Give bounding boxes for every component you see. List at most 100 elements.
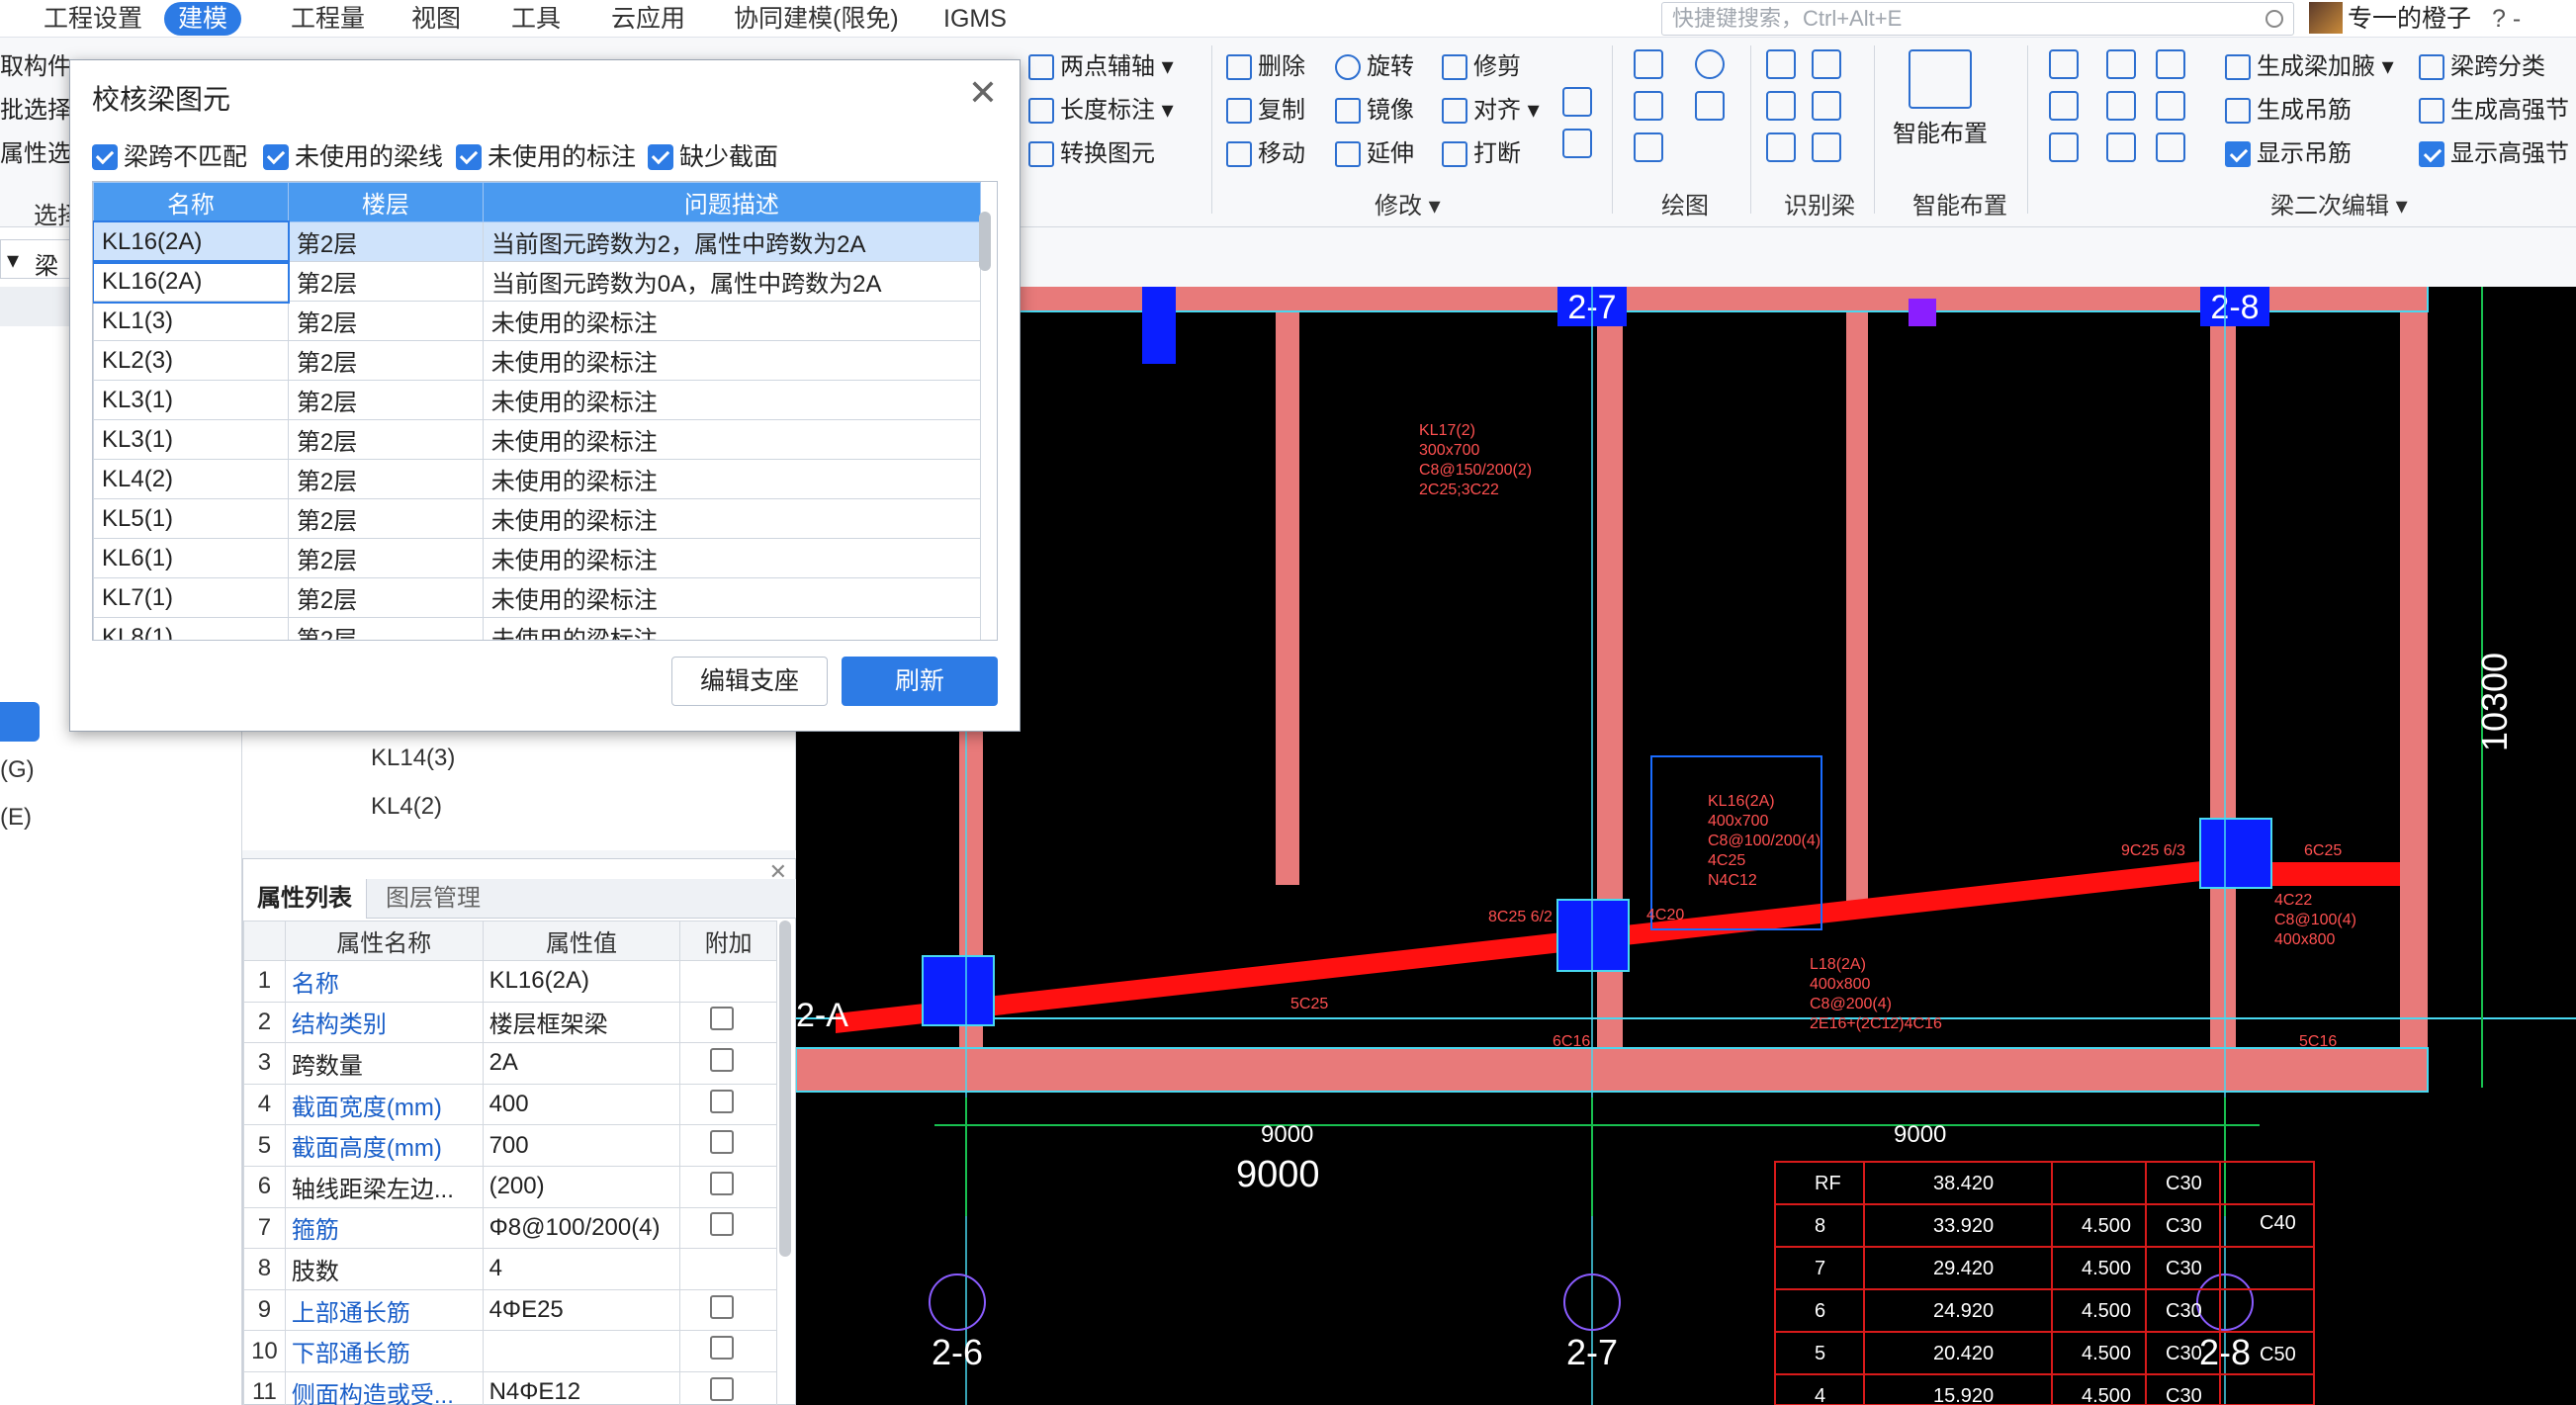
delete-button[interactable]: 删除 [1226, 47, 1305, 87]
checkbox-unchecked-icon[interactable] [710, 1171, 735, 1195]
scrollbar[interactable] [779, 921, 791, 1257]
tab-layer-management[interactable]: 图层管理 [372, 879, 494, 919]
col-floor[interactable]: 楼层 [287, 182, 484, 222]
property-row[interactable]: 9 上部通长筋 4ΦE25 [243, 1288, 777, 1332]
col-description[interactable]: 问题描述 [482, 182, 982, 222]
identify-beam-span-icon[interactable] [1812, 49, 1841, 79]
table-row[interactable]: KL16(2A) 第2层 当前图元跨数为0A，属性中跨数为2A [93, 259, 982, 304]
point-icon[interactable] [1634, 49, 1663, 79]
checkbox-unchecked-icon[interactable] [710, 1294, 735, 1319]
property-value[interactable]: 楼层框架梁 [482, 1001, 681, 1044]
beam-tool-icon[interactable] [2156, 132, 2185, 162]
show-high-strength-checkbox[interactable]: 显示高强节 [2419, 134, 2569, 174]
property-row[interactable]: 6 轴线距梁左边... (200) [243, 1165, 777, 1208]
property-value[interactable]: 2A [482, 1042, 681, 1085]
align-button[interactable]: 对齐 ▾ [1442, 91, 1540, 131]
property-row[interactable]: 11 侧面构造或受... N4ΦE12 [243, 1370, 777, 1405]
break-button[interactable]: 打断 [1442, 134, 1521, 174]
property-value[interactable]: 700 [482, 1124, 681, 1167]
checkbox-unchecked-icon[interactable] [710, 1089, 735, 1113]
property-value[interactable]: Φ8@100/200(4) [482, 1206, 681, 1250]
refresh-button[interactable]: 刷新 [842, 657, 998, 706]
two-point-axis-button[interactable]: 两点辅轴 ▾ [1028, 47, 1174, 87]
beam-bottom[interactable] [796, 1048, 2428, 1092]
check-missing-section[interactable]: 缺少截面 [648, 137, 778, 173]
check-unused-label[interactable]: 未使用的标注 [456, 137, 636, 173]
pick-component-button[interactable]: 取构件 [0, 47, 71, 87]
checkbox-unchecked-icon[interactable] [710, 1212, 735, 1237]
beam-vertical[interactable] [1846, 282, 1868, 905]
beam-tool-icon[interactable] [2049, 132, 2079, 162]
edit-support-button[interactable]: 编辑支座 [671, 657, 828, 706]
offset-icon[interactable] [1562, 87, 1592, 117]
search-icon[interactable] [2265, 10, 2283, 28]
property-value[interactable]: 400 [482, 1083, 681, 1126]
table-row[interactable]: KL8(1) 第2层 未使用的梁标注 [93, 617, 982, 640]
circle-icon[interactable] [1695, 49, 1725, 79]
extend-button[interactable]: 延伸 [1335, 134, 1414, 174]
beam-vertical[interactable] [1276, 311, 1299, 885]
rectangle-icon[interactable] [1695, 91, 1725, 121]
show-hanger-checkbox[interactable]: 显示吊筋 [2225, 134, 2352, 174]
beam-tool-icon[interactable] [2106, 49, 2136, 79]
line-icon[interactable] [1634, 91, 1663, 121]
smart-layout-button[interactable]: 智能布置 [1893, 115, 1988, 154]
property-value[interactable] [482, 1330, 681, 1372]
property-value[interactable]: (200) [482, 1165, 681, 1208]
check-unused-beam-line[interactable]: 未使用的梁线 [263, 137, 443, 173]
table-row[interactable]: KL6(1) 第2层 未使用的梁标注 [93, 538, 982, 578]
avatar[interactable] [2309, 2, 2343, 34]
beam-tool-icon[interactable] [2049, 91, 2079, 121]
nav-selected-indicator[interactable] [0, 702, 40, 742]
checkbox-unchecked-icon[interactable] [710, 1376, 735, 1401]
close-icon[interactable]: ✕ [968, 72, 998, 114]
column[interactable] [922, 955, 995, 1026]
beam-tool-icon[interactable] [2106, 132, 2136, 162]
tab-property-list[interactable]: 属性列表 [243, 879, 367, 919]
smart-layout-icon[interactable] [1909, 49, 1972, 109]
column-marker[interactable] [1909, 299, 1936, 326]
tree-item-kl4[interactable]: KL4(2) [371, 793, 442, 821]
identify-select-icon[interactable] [1766, 132, 1796, 162]
convert-element-button[interactable]: 转换图元 [1028, 134, 1155, 174]
property-value[interactable]: 4ΦE25 [482, 1288, 681, 1332]
checkbox-unchecked-icon[interactable] [710, 1130, 735, 1155]
checkbox-unchecked-icon[interactable] [710, 1336, 735, 1361]
table-row[interactable]: KL16(2A) 第2层 当前图元跨数为2，属性中跨数为2A [93, 220, 982, 264]
property-value[interactable]: N4ΦE12 [482, 1370, 681, 1405]
beam-tool-icon[interactable] [2156, 49, 2185, 79]
checkbox-unchecked-icon[interactable] [710, 1047, 735, 1072]
beam-tool-icon[interactable] [2156, 91, 2185, 121]
check-span-mismatch[interactable]: 梁跨不匹配 [92, 137, 247, 173]
property-row[interactable]: 8 肢数 4 [243, 1248, 777, 1290]
menu-cloud[interactable]: 云应用 [597, 2, 699, 36]
beam-tool-icon[interactable] [2106, 91, 2136, 121]
property-row[interactable]: 4 截面宽度(mm) 400 [243, 1083, 777, 1126]
stretch-icon[interactable] [1562, 129, 1592, 158]
user-name[interactable]: 专一的橙子 [2348, 2, 2471, 36]
property-row[interactable]: 5 截面高度(mm) 700 [243, 1124, 777, 1167]
search-input[interactable]: 快捷键搜索，Ctrl+Alt+E [1661, 2, 2294, 36]
table-row[interactable]: KL7(1) 第2层 未使用的梁标注 [93, 577, 982, 618]
column[interactable] [1142, 285, 1176, 364]
property-value[interactable]: KL16(2A) [482, 960, 681, 1003]
table-row[interactable]: KL5(1) 第2层 未使用的梁标注 [93, 498, 982, 539]
generate-high-strength-button[interactable]: 生成高强节 [2419, 91, 2569, 131]
trim-button[interactable]: 修剪 [1442, 47, 1521, 87]
nav-item-e[interactable]: (E) [0, 804, 32, 832]
table-row[interactable]: KL1(3) 第2层 未使用的梁标注 [93, 301, 982, 341]
table-row[interactable]: KL4(2) 第2层 未使用的梁标注 [93, 459, 982, 499]
column[interactable] [2199, 818, 2272, 889]
scrollbar[interactable] [979, 212, 991, 271]
property-row[interactable]: 10 下部通长筋 [243, 1330, 777, 1372]
length-dimension-button[interactable]: 长度标注 ▾ [1028, 91, 1174, 131]
col-name[interactable]: 名称 [93, 182, 289, 222]
menu-igms[interactable]: IGMS [930, 2, 1021, 36]
drawing-canvas[interactable]: 2-7 2-8 2-A KL16(2A) 400x700 C8@100/200(… [796, 227, 2576, 1405]
column[interactable] [1556, 899, 1630, 972]
property-row[interactable]: 7 箍筋 Φ8@100/200(4) [243, 1206, 777, 1250]
move-button[interactable]: 移动 [1226, 134, 1305, 174]
identify-check-icon[interactable] [1812, 132, 1841, 162]
beam-vertical[interactable] [2210, 282, 2236, 1048]
table-row[interactable]: KL2(3) 第2层 未使用的梁标注 [93, 340, 982, 381]
